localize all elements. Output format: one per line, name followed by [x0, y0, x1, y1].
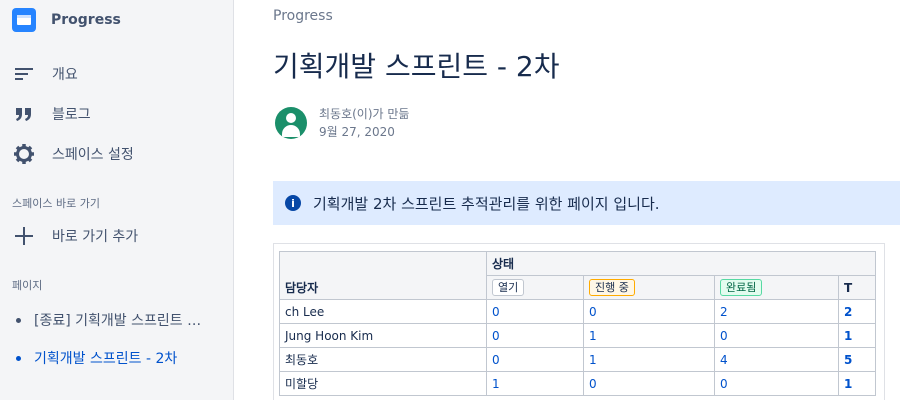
done-count-link[interactable]: 0: [714, 323, 839, 348]
open-count-link[interactable]: 0: [486, 323, 584, 348]
total-count-link[interactable]: 2: [838, 299, 876, 324]
breadcrumb[interactable]: Progress: [273, 8, 333, 24]
info-panel: i 기획개발 2차 스프린트 추적관리를 위한 페이지 입니다.: [273, 181, 900, 225]
status-done-header: 완료됨: [714, 275, 839, 300]
avatar[interactable]: [275, 107, 307, 139]
byline: 최동호(이)가 만듦 9월 27, 2020: [275, 105, 409, 141]
open-count-link[interactable]: 1: [486, 371, 584, 396]
table-row: 최동호 0 1 4 5: [279, 347, 876, 372]
total-column-header: T: [838, 275, 876, 300]
byline-date: 9월 27, 2020: [319, 125, 395, 139]
bullet-icon: [16, 317, 21, 323]
avatar-head: [286, 113, 296, 123]
done-count-link[interactable]: 4: [714, 347, 839, 372]
info-icon: i: [285, 195, 301, 211]
progress-count-link[interactable]: 1: [583, 323, 715, 348]
sidebar-item-label: 블로그: [52, 107, 91, 123]
page-tree-item-active[interactable]: 기획개발 스프린트 - 2차: [16, 348, 177, 368]
table-row: 미할당 1 0 0 1: [279, 371, 876, 396]
quote-icon: [12, 102, 36, 126]
table-container: 담당자 상태 열기 진행 중 완료됨 T ch Lee 0 0 2 2 Jung…: [273, 243, 885, 400]
progress-count-link[interactable]: 0: [583, 371, 715, 396]
total-count-link[interactable]: 1: [838, 371, 876, 396]
bullet-icon: [16, 355, 21, 361]
total-count-link[interactable]: 5: [838, 347, 876, 372]
space-logo-icon: [12, 8, 36, 32]
status-table: 담당자 상태 열기 진행 중 완료됨 T ch Lee 0 0 2 2 Jung…: [279, 251, 876, 396]
sidebar-item-overview[interactable]: 개요: [12, 62, 78, 86]
sidebar-item-space-settings[interactable]: 스페이스 설정: [12, 142, 134, 166]
space-name: Progress: [51, 12, 121, 28]
sidebar: Progress 개요 블로그 스페이스 설정 스페이스 바로 가기 바로 가기…: [0, 0, 234, 400]
status-lozenge-open: 열기: [492, 279, 525, 296]
main-content: Progress 기획개발 스프린트 - 2차 최동호(이)가 만듦 9월 27…: [273, 0, 900, 400]
owner-cell: 최동호: [279, 347, 487, 372]
add-shortcut-label: 바로 가기 추가: [52, 229, 139, 245]
status-lozenge-progress: 진행 중: [589, 279, 635, 296]
sidebar-item-blog[interactable]: 블로그: [12, 102, 91, 126]
add-shortcut-button[interactable]: 바로 가기 추가: [12, 224, 138, 248]
status-column-header: 상태: [486, 251, 876, 276]
byline-text: 최동호(이)가 만듦 9월 27, 2020: [319, 105, 409, 141]
sidebar-item-label: 스페이스 설정: [52, 147, 134, 163]
overview-lines-icon: [12, 62, 36, 86]
owner-cell: 미할당: [279, 371, 487, 396]
plus-icon: [12, 224, 36, 248]
status-lozenge-done: 완료됨: [720, 279, 763, 296]
sidebar-item-label: 개요: [52, 67, 78, 83]
pages-section-title: 페이지: [12, 279, 43, 292]
owner-cell: Jung Hoon Kim: [279, 323, 487, 348]
shortcuts-section-title: 스페이스 바로 가기: [12, 197, 100, 210]
owner-cell: ch Lee: [279, 299, 487, 324]
open-count-link[interactable]: 0: [486, 299, 584, 324]
gear-icon: [12, 142, 36, 166]
space-header[interactable]: Progress: [12, 8, 121, 32]
table-row: ch Lee 0 0 2 2: [279, 299, 876, 324]
open-count-link[interactable]: 0: [486, 347, 584, 372]
byline-author[interactable]: 최동호(이)가 만듦: [319, 105, 409, 123]
progress-count-link[interactable]: 1: [583, 347, 715, 372]
status-open-header: 열기: [486, 275, 584, 300]
info-text: 기획개발 2차 스프린트 추적관리를 위한 페이지 입니다.: [313, 194, 660, 213]
page-tree-label: [종료] 기획개발 스프린트 - 1차: [34, 313, 206, 329]
table-header-row: 담당자 상태: [279, 251, 876, 300]
status-progress-header: 진행 중: [583, 275, 715, 300]
page-tree-label: 기획개발 스프린트 - 2차: [34, 351, 178, 367]
done-count-link[interactable]: 2: [714, 299, 839, 324]
table-row: Jung Hoon Kim 0 1 0 1: [279, 323, 876, 348]
progress-count-link[interactable]: 0: [583, 299, 715, 324]
done-count-link[interactable]: 0: [714, 371, 839, 396]
owner-column-header: 담당자: [279, 251, 487, 300]
avatar-body: [282, 125, 300, 137]
total-count-link[interactable]: 1: [838, 323, 876, 348]
page-title: 기획개발 스프린트 - 2차: [273, 50, 560, 83]
page-tree-item[interactable]: [종료] 기획개발 스프린트 - 1차: [16, 310, 206, 330]
